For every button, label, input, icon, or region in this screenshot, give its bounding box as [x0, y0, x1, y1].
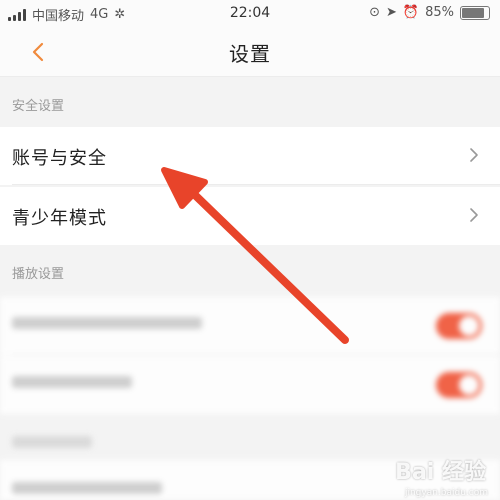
page-title: 设置	[229, 42, 271, 66]
section-header-playback: 播放设置	[12, 267, 65, 282]
battery-percent: 85%	[425, 5, 454, 20]
battery-fill	[462, 7, 484, 18]
toggle-switch[interactable]	[436, 372, 482, 398]
settings-item-blurred[interactable]	[0, 297, 500, 355]
nav-bar: 设置	[0, 28, 500, 77]
baidu-watermark-text: Bai 经验	[395, 460, 486, 485]
settings-item-label: 青少年模式	[12, 208, 107, 229]
section-header-security: 安全设置	[12, 99, 65, 114]
battery-icon	[460, 5, 490, 20]
chevron-right-icon	[470, 208, 478, 222]
row-divider	[12, 354, 500, 355]
section-header-blurred	[0, 426, 500, 456]
status-bar: 中国移动 4G ✲ 22:04 ⊙ ➤ ⏰ 85%	[0, 0, 500, 28]
alarm-icon: ⏰	[402, 5, 420, 20]
settings-item-account-security[interactable]: 账号与安全	[0, 127, 500, 185]
status-right: ⊙ ➤ ⏰ 85%	[369, 5, 490, 20]
baidu-watermark-url: jingyan.baidu.com	[404, 488, 488, 498]
rotation-lock-icon: ⊙	[369, 5, 380, 20]
row-divider	[12, 184, 500, 185]
baidu-watermark: Bai 经验	[395, 454, 486, 486]
settings-item-blurred[interactable]	[0, 356, 500, 414]
toggle-switch[interactable]	[436, 313, 482, 339]
blurred-label	[12, 376, 132, 388]
blurred-label	[12, 317, 202, 329]
settings-item-label: 账号与安全	[12, 148, 107, 169]
location-icon: ➤	[386, 5, 397, 20]
settings-item-youth-mode[interactable]: 青少年模式	[0, 187, 500, 245]
blurred-label	[12, 482, 162, 494]
chevron-right-icon	[470, 148, 478, 162]
